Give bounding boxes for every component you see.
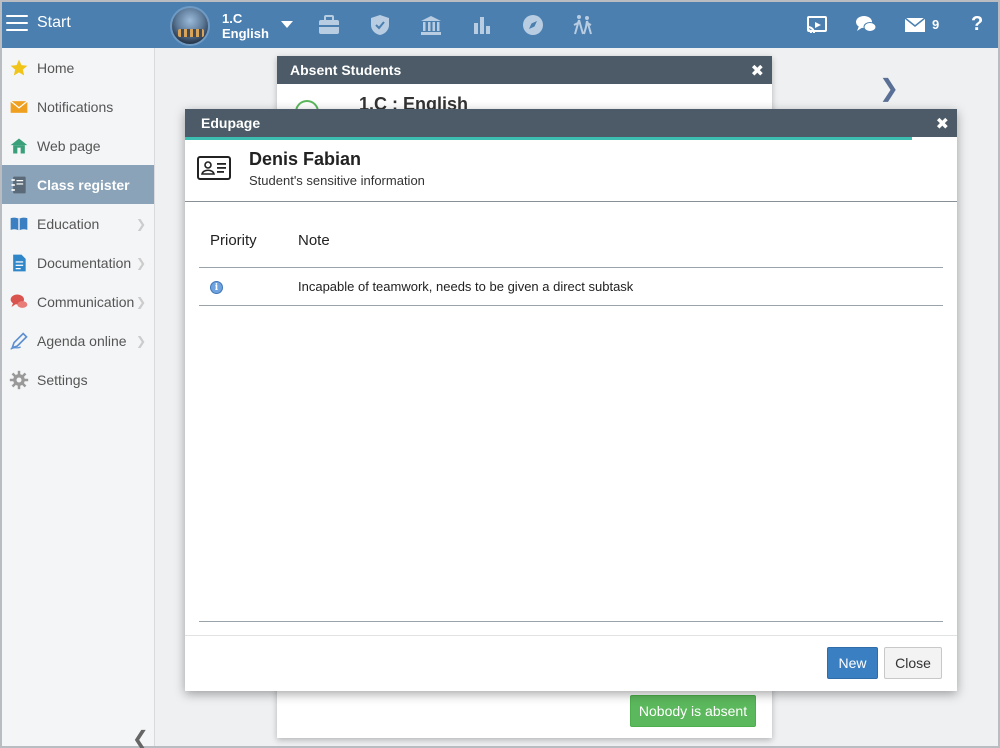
chat-icon [8,291,30,313]
briefcase-icon[interactable] [317,13,341,37]
sidebar-item-settings[interactable]: Settings [2,360,154,399]
compass-icon[interactable] [521,13,545,37]
sidebar-item-class-register[interactable]: Class register [2,165,154,204]
dialog-title: Edupage [185,109,957,137]
close-icon[interactable]: ✖ [751,61,764,81]
book-icon [8,213,30,235]
info-icon[interactable]: i [210,281,223,294]
column-header-note[interactable]: Note [298,232,330,249]
sidebar-item-label: Documentation [37,254,132,271]
sidebar-item-label: Agenda online [37,332,127,349]
sidebar-item-education[interactable]: Education ❯ [2,204,154,243]
id-card-icon [197,156,231,180]
divider [199,621,943,622]
notebook-icon [8,174,30,196]
mail-count-badge[interactable]: 9 [932,17,939,32]
sidebar-item-agenda-online[interactable]: Agenda online ❯ [2,321,154,360]
chevron-right-icon: ❯ [135,217,146,231]
class-name: 1.C [222,11,243,26]
divider [199,267,943,268]
chevron-right-icon: ❯ [135,334,146,348]
shield-check-icon[interactable] [368,13,392,37]
chevron-down-icon[interactable] [281,21,293,28]
envelope-icon [8,96,30,118]
bank-icon[interactable] [419,13,443,37]
new-button[interactable]: New [827,647,878,679]
student-name: Denis Fabian [249,149,362,169]
sidebar-item-label: Communication [37,293,135,310]
sidebar-item-communication[interactable]: Communication ❯ [2,282,154,321]
subject-name: English [222,26,269,41]
edupage-dialog: Edupage ✖ Denis Fabian Student's sensiti… [185,109,957,691]
table-row-note[interactable]: Incapable of teamwork, needs to be given… [298,279,633,294]
sidebar-item-web-page[interactable]: Web page [2,126,154,165]
chevron-right-icon: ❯ [135,256,146,270]
menu-icon[interactable] [6,15,28,33]
help-icon[interactable]: ? [971,13,983,36]
house-icon [8,135,30,157]
sidebar-item-label: Notifications [37,98,114,115]
sidebar-item-label: Class register [37,176,130,193]
chevron-left-icon[interactable]: ❮ [132,726,149,748]
star-icon [8,57,30,79]
sidebar-item-label: Education [37,215,100,232]
divider [199,305,943,306]
divider [185,201,957,202]
chat-bubbles-icon[interactable] [854,13,878,37]
start-label[interactable]: Start [37,14,71,32]
sidebar-item-label: Home [37,59,75,76]
loading-progress-bar [185,137,912,140]
student-subtitle: Student's sensitive information [249,173,425,188]
sidebar: Home Notifications Web page Class regist… [2,48,155,748]
close-button[interactable]: Close [884,647,942,679]
walking-people-icon[interactable] [571,13,595,37]
sidebar-item-home[interactable]: Home [2,48,154,87]
class-avatar[interactable] [170,6,210,46]
chevron-right-icon: ❯ [135,295,146,309]
gear-icon [8,369,30,391]
dialog-title: Absent Students [277,56,772,84]
chevron-right-icon[interactable]: ❯ [879,74,899,103]
top-bar: Start 1.C English 9 ? [2,2,998,48]
close-icon[interactable]: ✖ [936,114,949,134]
bar-chart-icon[interactable] [470,13,494,37]
column-header-priority[interactable]: Priority [210,232,257,249]
sidebar-item-label: Web page [37,137,101,154]
mail-icon[interactable] [903,13,927,37]
sidebar-item-label: Settings [37,371,88,388]
sidebar-item-documentation[interactable]: Documentation ❯ [2,243,154,282]
pen-icon [8,330,30,352]
document-icon [8,252,30,274]
divider [185,635,957,636]
cast-screen-icon[interactable] [805,13,829,37]
class-selector[interactable]: 1.C English [222,11,269,41]
nobody-absent-button[interactable]: Nobody is absent [630,695,756,727]
sidebar-item-notifications[interactable]: Notifications [2,87,154,126]
